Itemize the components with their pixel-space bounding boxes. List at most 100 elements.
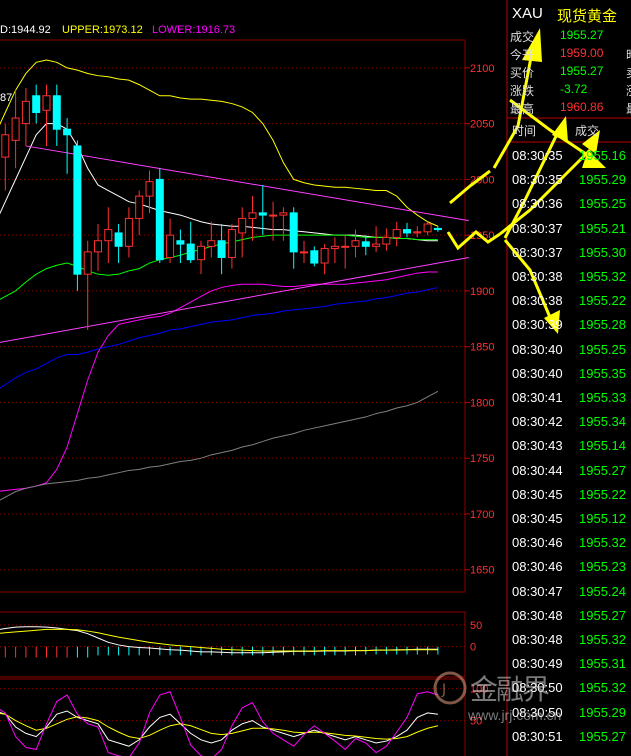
tick-row[interactable]: 08:30:46 1955.23 — [512, 559, 630, 579]
candle-body — [145, 181, 154, 197]
macd-tick-label: 50 — [470, 620, 482, 632]
svg-text:J: J — [441, 682, 446, 698]
tick-row[interactable]: 08:30:36 1955.25 — [512, 196, 630, 216]
tick-row[interactable]: 08:30:41 1955.33 — [512, 390, 630, 410]
tick-price: 1955.14 — [579, 438, 626, 454]
candle-body — [361, 241, 370, 247]
tick-row[interactable]: 08:30:48 1955.32 — [512, 632, 630, 652]
tick-time: 08:30:37 — [512, 244, 563, 260]
tick-price: 1955.22 — [579, 293, 626, 309]
tick-price: 1955.27 — [579, 462, 626, 478]
series-line — [0, 59, 439, 227]
tick-time: 08:30:40 — [512, 365, 563, 381]
tick-price: 1955.12 — [579, 511, 626, 526]
tick-price: 1955.31 — [579, 656, 626, 672]
candle-body — [413, 231, 422, 234]
tick-price: 1955.22 — [579, 486, 626, 502]
tick-row[interactable]: 08:30:44 1955.27 — [512, 463, 630, 483]
tick-row[interactable]: 08:30:40 1955.25 — [512, 342, 630, 362]
candle-body — [403, 229, 411, 234]
series-line — [0, 271, 438, 492]
tick-price: 1955.35 — [579, 365, 626, 381]
tick-price: 1955.23 — [579, 559, 626, 575]
candle-body — [11, 117, 20, 141]
tick-row[interactable]: 08:30:37 1955.21 — [512, 221, 630, 241]
quote-extra: 昨 — [626, 46, 631, 63]
candle-body — [42, 95, 51, 111]
quote-extra: 最 — [626, 100, 631, 117]
macd-frame — [0, 611, 466, 678]
tick-row[interactable]: 08:30:38 1955.22 — [512, 293, 630, 313]
tick-row[interactable]: 08:30:39 1955.28 — [512, 317, 630, 337]
tick-row[interactable]: 08:30:47 1955.24 — [512, 584, 630, 604]
symbol-code: XAU — [512, 5, 543, 22]
tick-time: 08:30:48 — [512, 607, 563, 623]
tick-price: 1955.27 — [579, 728, 626, 744]
price-tick-label: 1700 — [470, 509, 494, 521]
quote-extra: 卖 — [626, 64, 631, 81]
tick-time: 08:30:36 — [512, 196, 563, 212]
kdj-j-line — [0, 691, 439, 756]
tick-price: 1955.27 — [579, 607, 626, 623]
tick-row[interactable]: 08:30:48 1955.27 — [512, 608, 630, 628]
tick-time: 08:30:43 — [512, 438, 563, 454]
series-line — [0, 390, 439, 501]
tick-price: 1955.34 — [579, 414, 626, 430]
candle-body — [320, 248, 329, 264]
symbol-name: 现货黄金 — [557, 8, 618, 25]
quote-label: 今开 — [510, 48, 535, 62]
tick-price: 1955.24 — [579, 583, 626, 599]
tick-row[interactable]: 08:30:46 1955.32 — [512, 535, 630, 555]
quote-value: 1955.27 — [560, 28, 604, 42]
price-header: 成交 — [575, 124, 600, 138]
candle-body — [166, 234, 175, 258]
candle-body — [300, 251, 308, 254]
kdj-d-line — [0, 713, 439, 740]
price-tick-label: 1800 — [470, 397, 494, 409]
tick-row[interactable]: 08:30:35 1955.16 — [512, 148, 630, 168]
price-tick-label: 1900 — [470, 286, 494, 298]
tick-time: 08:30:38 — [512, 293, 563, 309]
tick-row[interactable]: 08:30:38 1955.32 — [512, 269, 630, 289]
candle-body — [176, 240, 185, 245]
quote-extra: 涨 — [626, 82, 631, 99]
candle-body — [382, 236, 391, 245]
tick-row[interactable]: 08:30:45 1955.12 — [512, 511, 630, 531]
trendline — [0, 256, 469, 343]
candle-body — [289, 212, 298, 253]
quote-row: 最高 1960.86 最 — [510, 100, 631, 117]
candle-body — [83, 251, 92, 275]
tick-price: 1955.28 — [579, 317, 626, 333]
tick-row[interactable]: 08:30:45 1955.22 — [512, 487, 630, 507]
series-line — [0, 123, 438, 242]
tick-time: 08:30:45 — [512, 511, 563, 526]
tick-row[interactable]: 08:30:43 1955.14 — [512, 438, 630, 458]
watermark-url: www.jrj.com.cn — [468, 707, 562, 723]
tick-time: 08:30:44 — [512, 462, 563, 478]
quote-value: -3.72 — [560, 82, 588, 96]
quote-row: 买价 1955.27 卖 — [510, 64, 631, 81]
tick-row[interactable]: 08:30:35 1955.29 — [512, 172, 630, 192]
candle-body — [341, 245, 350, 248]
partial-price-label: 87 — [0, 92, 13, 104]
tick-price: 1955.30 — [579, 244, 626, 260]
candle-body — [52, 95, 61, 130]
tick-price: 1955.25 — [579, 196, 626, 212]
tick-price: 1955.29 — [579, 172, 626, 188]
tick-row[interactable]: 08:30:40 1955.35 — [512, 366, 630, 386]
candle-body — [351, 240, 360, 247]
tick-time: 08:30:35 — [512, 172, 563, 188]
candle-body — [258, 212, 267, 216]
candle-body — [73, 145, 82, 275]
tick-row[interactable]: 08:30:37 1955.30 — [512, 245, 630, 265]
candle-body — [155, 178, 164, 261]
tick-row[interactable]: 08:30:42 1955.34 — [512, 414, 630, 434]
tick-time: 08:30:46 — [512, 535, 563, 551]
tick-time: 08:30:42 — [512, 414, 563, 430]
candle-body — [330, 245, 339, 250]
quote-row: 今开 1959.00 昨 — [510, 46, 631, 63]
candle-body — [238, 217, 247, 234]
candle-body — [217, 240, 226, 258]
tick-time: 08:30:41 — [512, 390, 563, 405]
quote-value: 1960.86 — [560, 100, 604, 114]
